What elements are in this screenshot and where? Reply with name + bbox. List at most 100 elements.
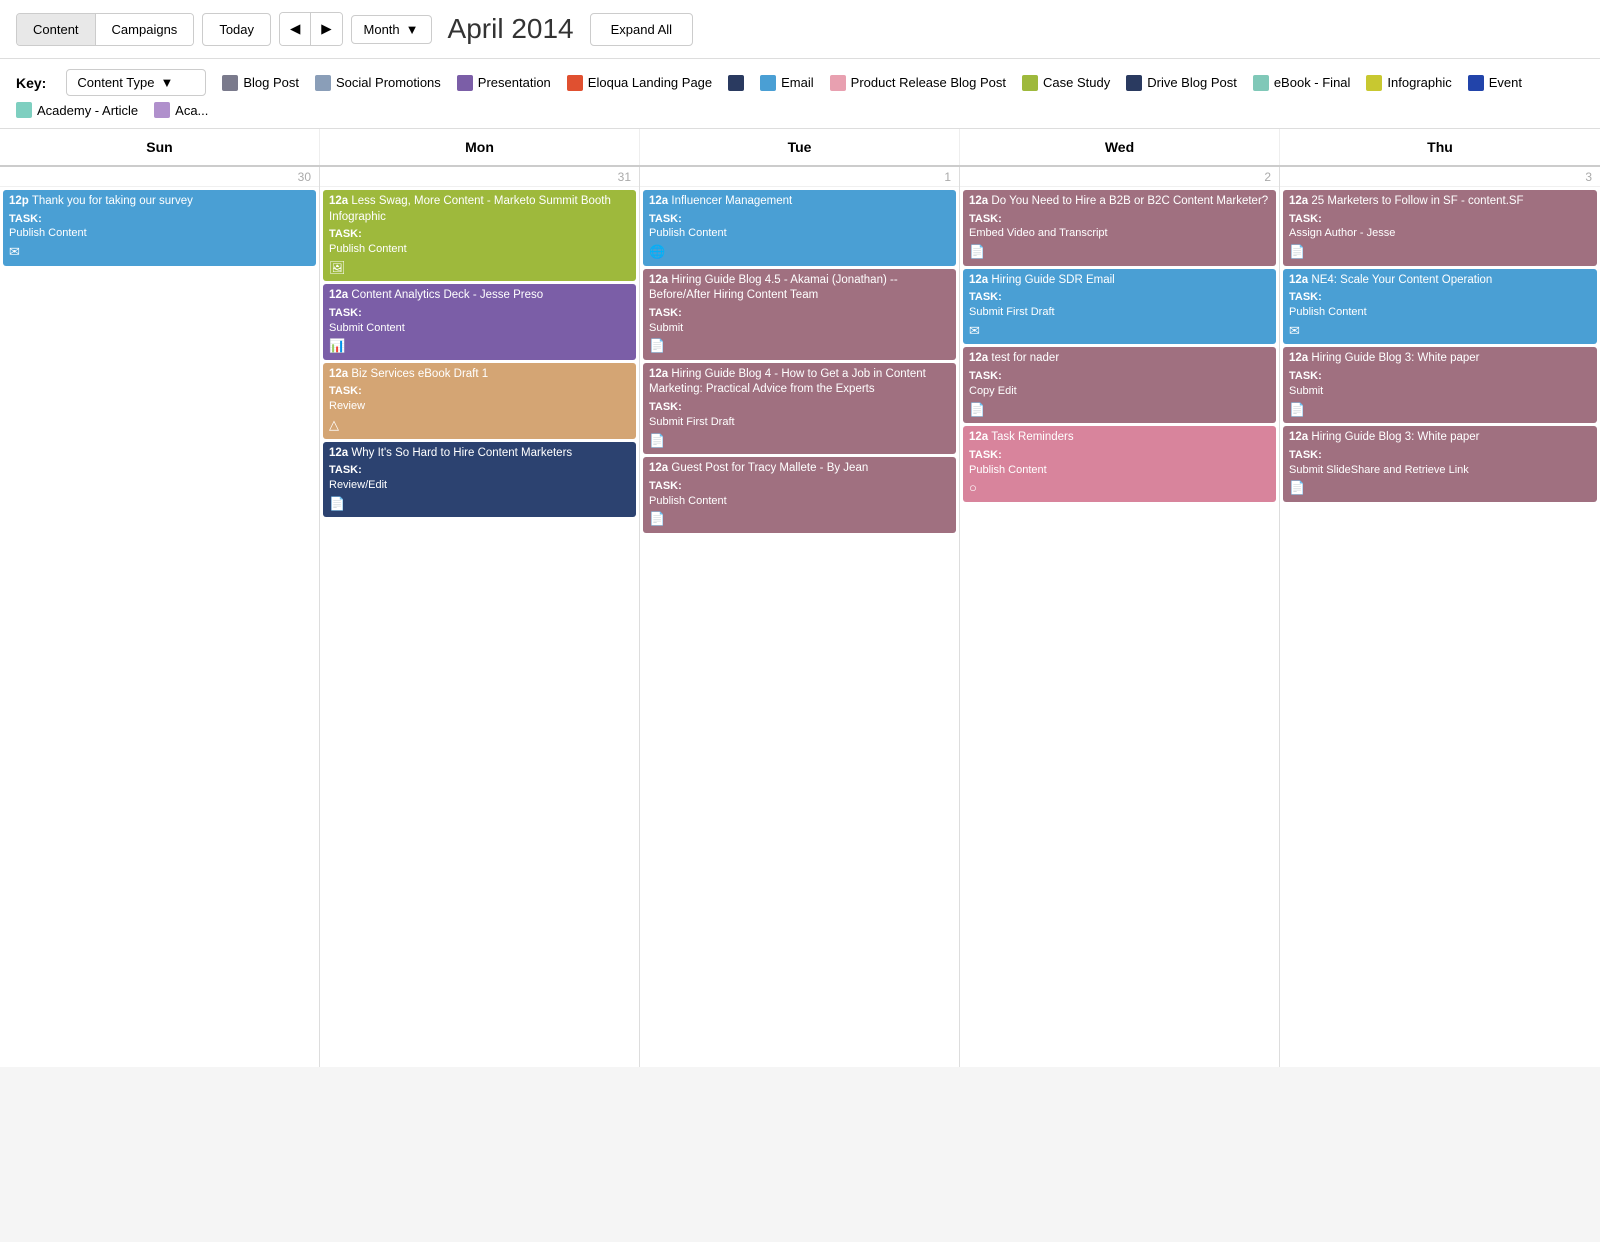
col-head-wed: Wed (960, 129, 1280, 165)
key-item-drive-blog: Drive Blog Post (1126, 75, 1237, 91)
event-hiring-guide-blog3-a[interactable]: 12a Hiring Guide Blog 3: White paper TAS… (1283, 347, 1597, 423)
date-30: 30 (0, 167, 319, 187)
campaigns-tab[interactable]: Campaigns (96, 14, 194, 45)
content-type-label: Content Type (77, 75, 154, 90)
today-button[interactable]: Today (202, 13, 271, 46)
key-item-label: Infographic (1387, 75, 1451, 90)
product-release-swatch (830, 75, 846, 91)
ebook-swatch (1253, 75, 1269, 91)
key-item-label: Email (781, 75, 814, 90)
doc-icon: 📄 (969, 243, 985, 261)
col-head-sun: Sun (0, 129, 320, 165)
content-tab[interactable]: Content (17, 14, 96, 45)
key-item-eloqua: Eloqua Landing Page (567, 75, 712, 91)
event-25-marketers[interactable]: 12a 25 Marketers to Follow in SF - conte… (1283, 190, 1597, 266)
doc-icon: 📄 (1289, 243, 1305, 261)
triangle-icon: △ (329, 416, 339, 434)
doc-icon: 📄 (969, 401, 985, 419)
key-item-label: Eloqua Landing Page (588, 75, 712, 90)
key-item-product-release: Product Release Blog Post (830, 75, 1006, 91)
date-2: 2 (960, 167, 1279, 187)
image-icon: 🖼 (329, 259, 346, 277)
key-item-label: Event (1489, 75, 1522, 90)
col-head-thu: Thu (1280, 129, 1600, 165)
event-thank-you-survey[interactable]: 12p Thank you for taking our survey TASK… (3, 190, 316, 266)
event-hiring-guide-4-5[interactable]: 12a Hiring Guide Blog 4.5 - Akamai (Jona… (643, 269, 956, 360)
content-type-select[interactable]: Content Type ▼ (66, 69, 206, 96)
key-item-label: Social Promotions (336, 75, 441, 90)
key-item-label: Presentation (478, 75, 551, 90)
globe-icon: 🌐 (649, 243, 665, 261)
extra-swatch (728, 75, 744, 91)
case-study-swatch (1022, 75, 1038, 91)
month-select[interactable]: Month ▼ (351, 15, 432, 44)
key-item-label: Blog Post (243, 75, 299, 90)
circle-icon: ○ (969, 479, 977, 497)
event-task-reminders[interactable]: 12a Task Reminders TASK: Publish Content… (963, 426, 1276, 502)
date-31: 31 (320, 167, 639, 187)
calendar-wrapper: Sun Mon Tue Wed Thu 30 12p Thank you for… (0, 129, 1600, 1067)
event-guest-post-tracy[interactable]: 12a Guest Post for Tracy Mallete - By Je… (643, 457, 956, 533)
col-mon: 31 12a Less Swag, More Content - Marketo… (320, 167, 640, 1067)
key-item-event: Event (1468, 75, 1522, 91)
drive-blog-swatch (1126, 75, 1142, 91)
event-ne4-scale[interactable]: 12a NE4: Scale Your Content Operation TA… (1283, 269, 1597, 345)
chevron-down-icon: ▼ (406, 22, 419, 37)
aca-swatch (154, 102, 170, 118)
doc-icon: 📄 (1289, 479, 1305, 497)
key-bar: Key: Content Type ▼ Blog Post Social Pro… (0, 59, 1600, 129)
event-hiring-guide-blog3-b[interactable]: 12a Hiring Guide Blog 3: White paper TAS… (1283, 426, 1597, 502)
calendar-header: Sun Mon Tue Wed Thu (0, 129, 1600, 167)
blog-post-swatch (222, 75, 238, 91)
date-3: 3 (1280, 167, 1600, 187)
event-less-swag[interactable]: 12a Less Swag, More Content - Marketo Su… (323, 190, 636, 281)
key-item-label: Product Release Blog Post (851, 75, 1006, 90)
event-hiring-guide-4[interactable]: 12a Hiring Guide Blog 4 - How to Get a J… (643, 363, 956, 454)
key-item-label: Drive Blog Post (1147, 75, 1237, 90)
nav-arrows: ◀ ▶ (279, 12, 343, 46)
key-item-aca: Aca... (154, 102, 208, 118)
infographic-swatch (1366, 75, 1382, 91)
key-label: Key: (16, 75, 46, 91)
date-1: 1 (640, 167, 959, 187)
social-promotions-swatch (315, 75, 331, 91)
key-item-label: Aca... (175, 103, 208, 118)
col-head-tue: Tue (640, 129, 960, 165)
doc-icon: 📄 (649, 432, 665, 450)
key-item-email: Email (760, 75, 814, 91)
col-thu: 3 12a 25 Marketers to Follow in SF - con… (1280, 167, 1600, 1067)
prev-arrow[interactable]: ◀ (280, 13, 311, 45)
email-swatch (760, 75, 776, 91)
next-arrow[interactable]: ▶ (311, 13, 341, 45)
event-biz-services[interactable]: 12a Biz Services eBook Draft 1 TASK: Rev… (323, 363, 636, 439)
key-item-ebook: eBook - Final (1253, 75, 1351, 91)
key-item-infographic: Infographic (1366, 75, 1451, 91)
key-item-label: Academy - Article (37, 103, 138, 118)
event-test-nader[interactable]: 12a test for nader TASK: Copy Edit 📄 (963, 347, 1276, 423)
page-title: April 2014 (448, 13, 574, 45)
presentation-swatch (457, 75, 473, 91)
event-b2b-b2c-content[interactable]: 12a Do You Need to Hire a B2B or B2C Con… (963, 190, 1276, 266)
academy-swatch (16, 102, 32, 118)
doc-icon: 📄 (649, 337, 665, 355)
email-icon: ✉ (969, 322, 980, 340)
event-swatch (1468, 75, 1484, 91)
doc-icon: 📄 (1289, 401, 1305, 419)
event-hiring-guide-sdr[interactable]: 12a Hiring Guide SDR Email TASK: Submit … (963, 269, 1276, 345)
key-item-case-study: Case Study (1022, 75, 1110, 91)
event-content-analytics[interactable]: 12a Content Analytics Deck - Jesse Preso… (323, 284, 636, 360)
key-item-blog-post: Blog Post (222, 75, 299, 91)
key-item-label: Case Study (1043, 75, 1110, 90)
calendar-body: 30 12p Thank you for taking our survey T… (0, 167, 1600, 1067)
email-icon: ✉ (9, 243, 20, 261)
doc-icon: 📄 (329, 495, 345, 513)
email-icon: ✉ (1289, 322, 1300, 340)
expand-all-button[interactable]: Expand All (590, 13, 693, 46)
col-tue: 1 12a Influencer Management TASK: Publis… (640, 167, 960, 1067)
key-item-extra (728, 75, 744, 91)
event-hard-hire[interactable]: 12a Why It's So Hard to Hire Content Mar… (323, 442, 636, 518)
event-influencer-mgmt[interactable]: 12a Influencer Management TASK: Publish … (643, 190, 956, 266)
content-campaigns-toggle: Content Campaigns (16, 13, 194, 46)
key-item-social-promotions: Social Promotions (315, 75, 441, 91)
header: Content Campaigns Today ◀ ▶ Month ▼ Apri… (0, 0, 1600, 59)
